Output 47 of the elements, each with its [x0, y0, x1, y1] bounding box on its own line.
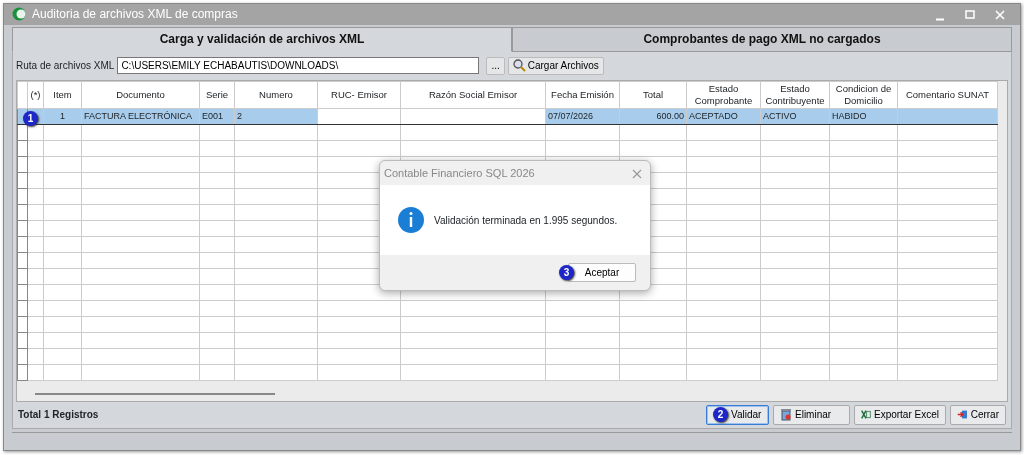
- excel-icon: [861, 408, 871, 422]
- window-title: Auditoria de archivos XML de compras: [32, 6, 239, 24]
- browse-button[interactable]: ...: [486, 56, 505, 75]
- table-cell: HABIDO: [832, 110, 867, 121]
- table-cell: FACTURA ELECTRÓNICA: [84, 110, 193, 121]
- total-records: Total 1 Registros: [18, 408, 100, 423]
- column-header[interactable]: Estado Contribuyente: [760, 81, 830, 109]
- column-header[interactable]: Estado Comprobante: [686, 81, 761, 109]
- accept-button[interactable]: Aceptar: [568, 263, 636, 282]
- table-cell: 1: [60, 110, 65, 121]
- dialog-title: Contable Financiero SQL 2026: [384, 165, 535, 181]
- table-cell: ACTIVO: [763, 110, 797, 121]
- delete-button[interactable]: Eliminar: [773, 404, 850, 425]
- info-icon: [398, 207, 424, 233]
- search-icon: [512, 59, 526, 73]
- path-field[interactable]: C:\USERS\EMILY ECHABAUTIS\DOWNLOADS\: [117, 57, 480, 75]
- tab[interactable]: Comprobantes de pago XML no cargados: [512, 26, 1012, 52]
- column-header[interactable]: Documento: [81, 81, 200, 109]
- dialog-message: Validación terminada en 1.995 segundos.: [434, 213, 618, 228]
- excel-button[interactable]: Exportar Excel: [854, 404, 946, 425]
- table-cell: E001: [202, 110, 224, 121]
- column-header[interactable]: Razón Social Emisor: [400, 81, 546, 109]
- column-header[interactable]: Fecha Emisión: [545, 81, 620, 109]
- column-header[interactable]: Comentario SUNAT: [897, 81, 998, 109]
- minimize-icon: [935, 17, 945, 21]
- app-logo-icon: [12, 7, 26, 22]
- scrollbar-thumb[interactable]: [35, 392, 275, 395]
- close-icon: [632, 168, 642, 179]
- table-cell: 07/07/2026: [548, 110, 594, 121]
- load-files-button[interactable]: Cargar Archivos: [507, 56, 604, 75]
- close-icon: [994, 9, 1006, 22]
- trash-icon: [780, 408, 792, 422]
- column-header[interactable]: Condicion de Domicilio: [829, 81, 898, 109]
- close-window-button[interactable]: Cerrar: [950, 404, 1006, 425]
- step-marker: 2: [713, 407, 728, 423]
- tab[interactable]: Carga y validación de archivos XML: [12, 26, 512, 52]
- column-header[interactable]: Numero: [234, 81, 318, 109]
- table-cell: 600.00: [656, 110, 684, 121]
- column-header[interactable]: Item: [43, 81, 82, 109]
- maximize-icon: [964, 9, 976, 22]
- table-cell: 2: [237, 110, 242, 121]
- column-header[interactable]: RUC- Emisor: [317, 81, 401, 109]
- column-header[interactable]: Serie: [199, 81, 235, 109]
- validate-button[interactable]: 2 Validar: [706, 404, 769, 425]
- column-header[interactable]: Total: [619, 81, 687, 109]
- table-cell: ACEPTADO: [689, 110, 738, 121]
- path-label: Ruta de archivos XML: [16, 59, 115, 74]
